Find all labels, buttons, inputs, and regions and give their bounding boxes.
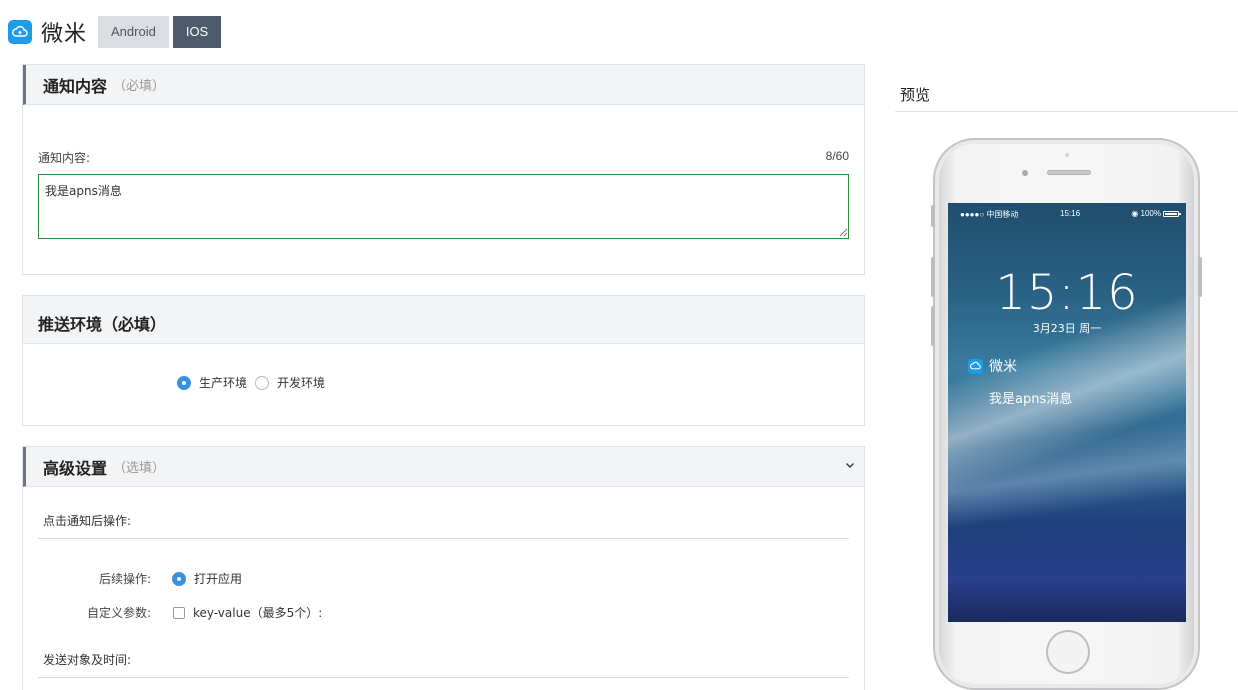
custom-params-label: 自定义参数: bbox=[86, 606, 151, 620]
divider bbox=[895, 111, 1238, 112]
radio-unchecked-icon[interactable] bbox=[255, 375, 269, 390]
panel-title: 推送环境（必填） bbox=[38, 315, 167, 334]
chevron-down-icon[interactable] bbox=[844, 459, 856, 471]
radio-open-app[interactable]: 打开应用 bbox=[172, 570, 242, 587]
advanced-settings-panel: 高级设置 （选填） 点击通知后操作: 后续操作: 打开应用 自定义参数: key… bbox=[22, 446, 865, 690]
notification-content-textarea[interactable]: 我是apns消息 bbox=[38, 174, 849, 239]
radio-development[interactable]: 开发环境 bbox=[255, 374, 325, 391]
status-bar: ●●●●○ 中国移动 15:16 ◉ 100% bbox=[948, 208, 1186, 222]
tab-ios[interactable]: IOS bbox=[172, 16, 222, 48]
notification-app: 微米 bbox=[968, 356, 1017, 376]
panel-header: 通知内容 （必填） bbox=[23, 65, 864, 105]
char-counter: 8/60 bbox=[825, 149, 849, 163]
lock-clock: 15:16 bbox=[995, 265, 1139, 321]
notification-content-panel: 通知内容 （必填） 通知内容: 8/60 我是apns消息 bbox=[22, 64, 865, 275]
radio-checked-icon[interactable] bbox=[177, 375, 191, 390]
carrier-signal: ●●●●○ 中国移动 bbox=[960, 210, 1019, 219]
radio-label: 打开应用 bbox=[194, 572, 243, 586]
volume-down-button bbox=[931, 306, 935, 346]
power-button bbox=[1198, 257, 1202, 297]
panel-subtitle: （必填） bbox=[113, 79, 166, 94]
cloud-icon bbox=[8, 20, 32, 44]
sensor-dot bbox=[1065, 153, 1069, 157]
notification-app-name: 微米 bbox=[989, 359, 1017, 375]
earpiece bbox=[1047, 170, 1091, 175]
panel-header: 推送环境（必填） bbox=[23, 296, 864, 344]
click-action-heading: 点击通知后操作: bbox=[43, 514, 132, 528]
battery-level: ◉ 100% bbox=[1131, 209, 1161, 218]
preview-title: 预览 bbox=[900, 86, 931, 104]
checkbox-key-value[interactable]: key-value（最多5个）: bbox=[173, 604, 322, 621]
radio-checked-icon[interactable] bbox=[172, 571, 186, 586]
radio-production[interactable]: 生产环境 bbox=[177, 374, 247, 391]
resize-grip-icon[interactable] bbox=[839, 228, 848, 237]
follow-up-label: 后续操作: bbox=[98, 572, 151, 586]
lock-date: 3月23日 周一 bbox=[1032, 322, 1102, 335]
status-time: 15:16 bbox=[1060, 209, 1081, 218]
divider bbox=[38, 677, 849, 678]
radio-label: 开发环境 bbox=[277, 376, 326, 390]
checkbox-icon[interactable] bbox=[173, 606, 185, 619]
front-camera-icon bbox=[1022, 170, 1028, 176]
panel-subtitle: （选填） bbox=[113, 461, 166, 476]
checkbox-label: key-value（最多5个）: bbox=[193, 606, 323, 620]
notification-message: 我是apns消息 bbox=[989, 392, 1073, 407]
home-button bbox=[1046, 630, 1090, 674]
radio-label: 生产环境 bbox=[199, 376, 248, 390]
panel-title: 通知内容 bbox=[43, 76, 108, 96]
panel-title: 高级设置 bbox=[43, 458, 108, 478]
divider bbox=[38, 538, 849, 539]
app-name: 微米 bbox=[41, 22, 88, 47]
push-environment-panel: 推送环境（必填） 生产环境 开发环境 bbox=[22, 295, 865, 426]
target-time-heading: 发送对象及时间: bbox=[43, 653, 132, 667]
app-header: 微米 Android IOS bbox=[8, 14, 222, 50]
mute-switch bbox=[931, 205, 935, 227]
panel-header[interactable]: 高级设置 （选填） bbox=[23, 447, 864, 487]
content-field-label: 通知内容: bbox=[38, 151, 91, 165]
cloud-icon bbox=[968, 358, 983, 374]
lock-screen: ●●●●○ 中国移动 15:16 ◉ 100% 15:16 3月23日 周一 微… bbox=[948, 203, 1186, 622]
tab-android[interactable]: Android bbox=[98, 16, 169, 48]
volume-up-button bbox=[931, 257, 935, 297]
battery-icon bbox=[1163, 211, 1181, 217]
phone-mockup: ●●●●○ 中国移动 15:16 ◉ 100% 15:16 3月23日 周一 微… bbox=[931, 138, 1202, 690]
